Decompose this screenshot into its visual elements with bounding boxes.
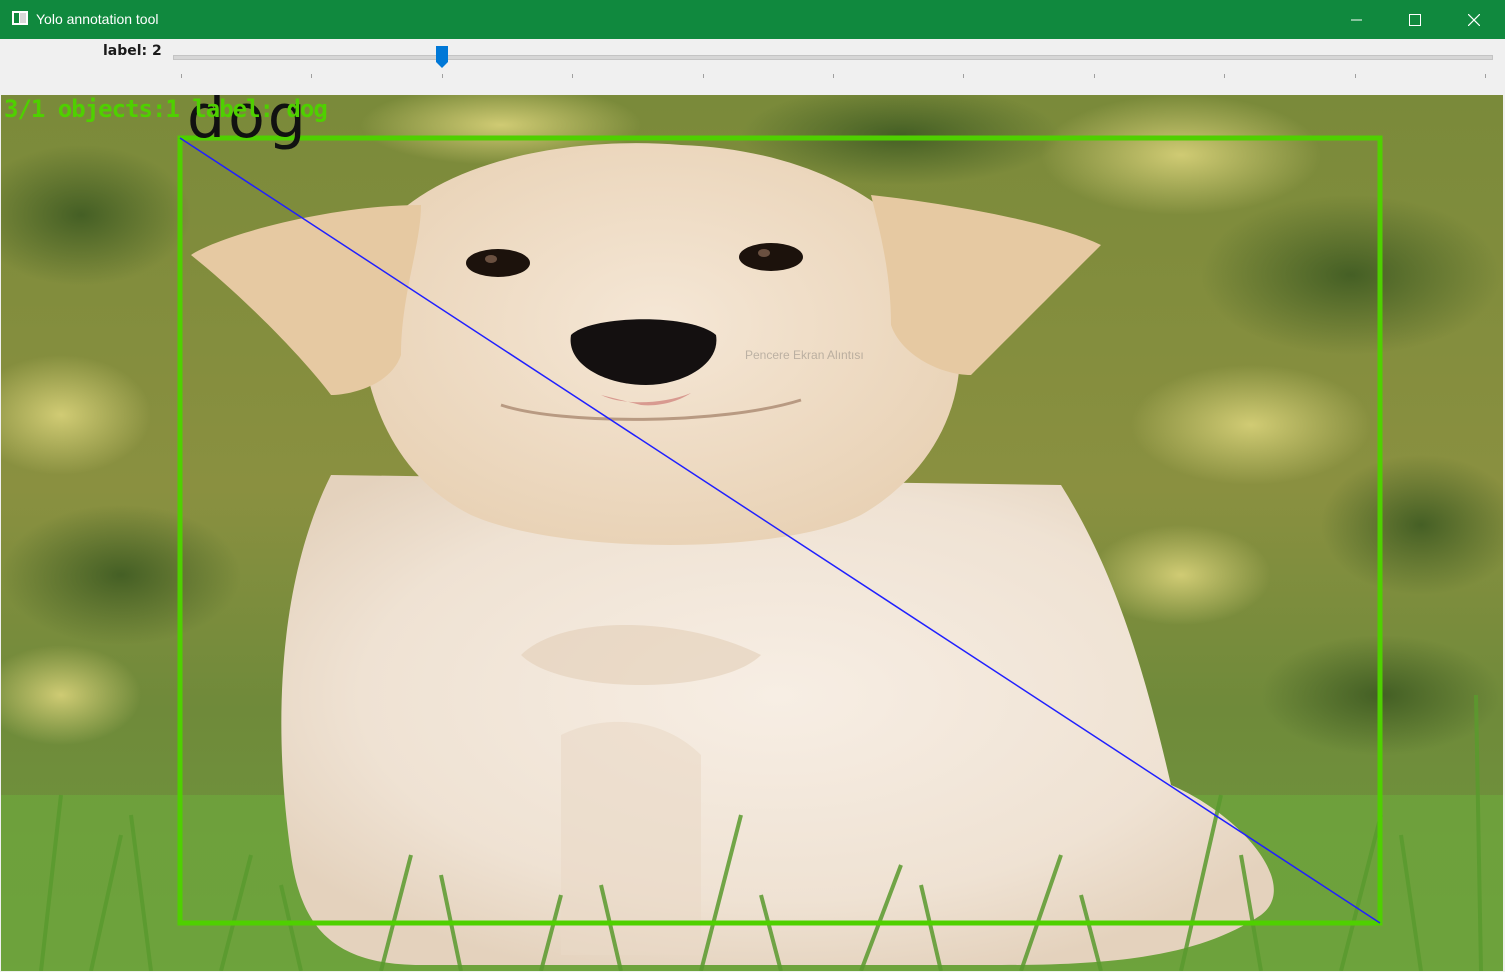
slider-track[interactable] (173, 55, 1493, 60)
maximize-icon (1409, 13, 1421, 26)
slider-tick (1485, 74, 1486, 78)
window-title: Yolo annotation tool (36, 11, 159, 27)
bounding-box-diagonal (179, 137, 1381, 924)
title-bar[interactable]: Yolo annotation tool (0, 0, 1505, 39)
label-slider[interactable] (173, 45, 1493, 85)
close-button[interactable] (1445, 0, 1503, 39)
slider-tick (833, 74, 834, 78)
watermark-text: Pencere Ekran Alıntısı (745, 348, 864, 362)
minimize-button[interactable] (1328, 0, 1386, 39)
trackbar-panel: label: 2 (1, 39, 1503, 96)
slider-tick (702, 74, 704, 78)
slider-tick (572, 74, 574, 78)
slider-tick (311, 74, 313, 78)
image-canvas[interactable]: dog 3/1 objects:1 label: dog Pencere Ekr… (1, 95, 1503, 971)
slider-tick (1354, 74, 1356, 78)
slider-tick (1224, 74, 1226, 78)
annotation-overlay (177, 135, 1383, 926)
app-window: Yolo annotation tool label: 2 dog 3/1 ob… (0, 0, 1505, 972)
close-icon (1468, 13, 1480, 26)
annotation-status: 3/1 objects:1 label: dog (4, 95, 328, 123)
trackbar-label: label: 2 (103, 43, 162, 59)
app-icon (12, 11, 28, 25)
slider-tick (441, 74, 443, 78)
minimize-icon (1351, 19, 1362, 20)
slider-tick (1093, 74, 1095, 78)
slider-tick (963, 74, 965, 78)
maximize-button[interactable] (1386, 0, 1444, 39)
slider-thumb[interactable] (435, 45, 449, 69)
slider-tick (181, 74, 182, 78)
